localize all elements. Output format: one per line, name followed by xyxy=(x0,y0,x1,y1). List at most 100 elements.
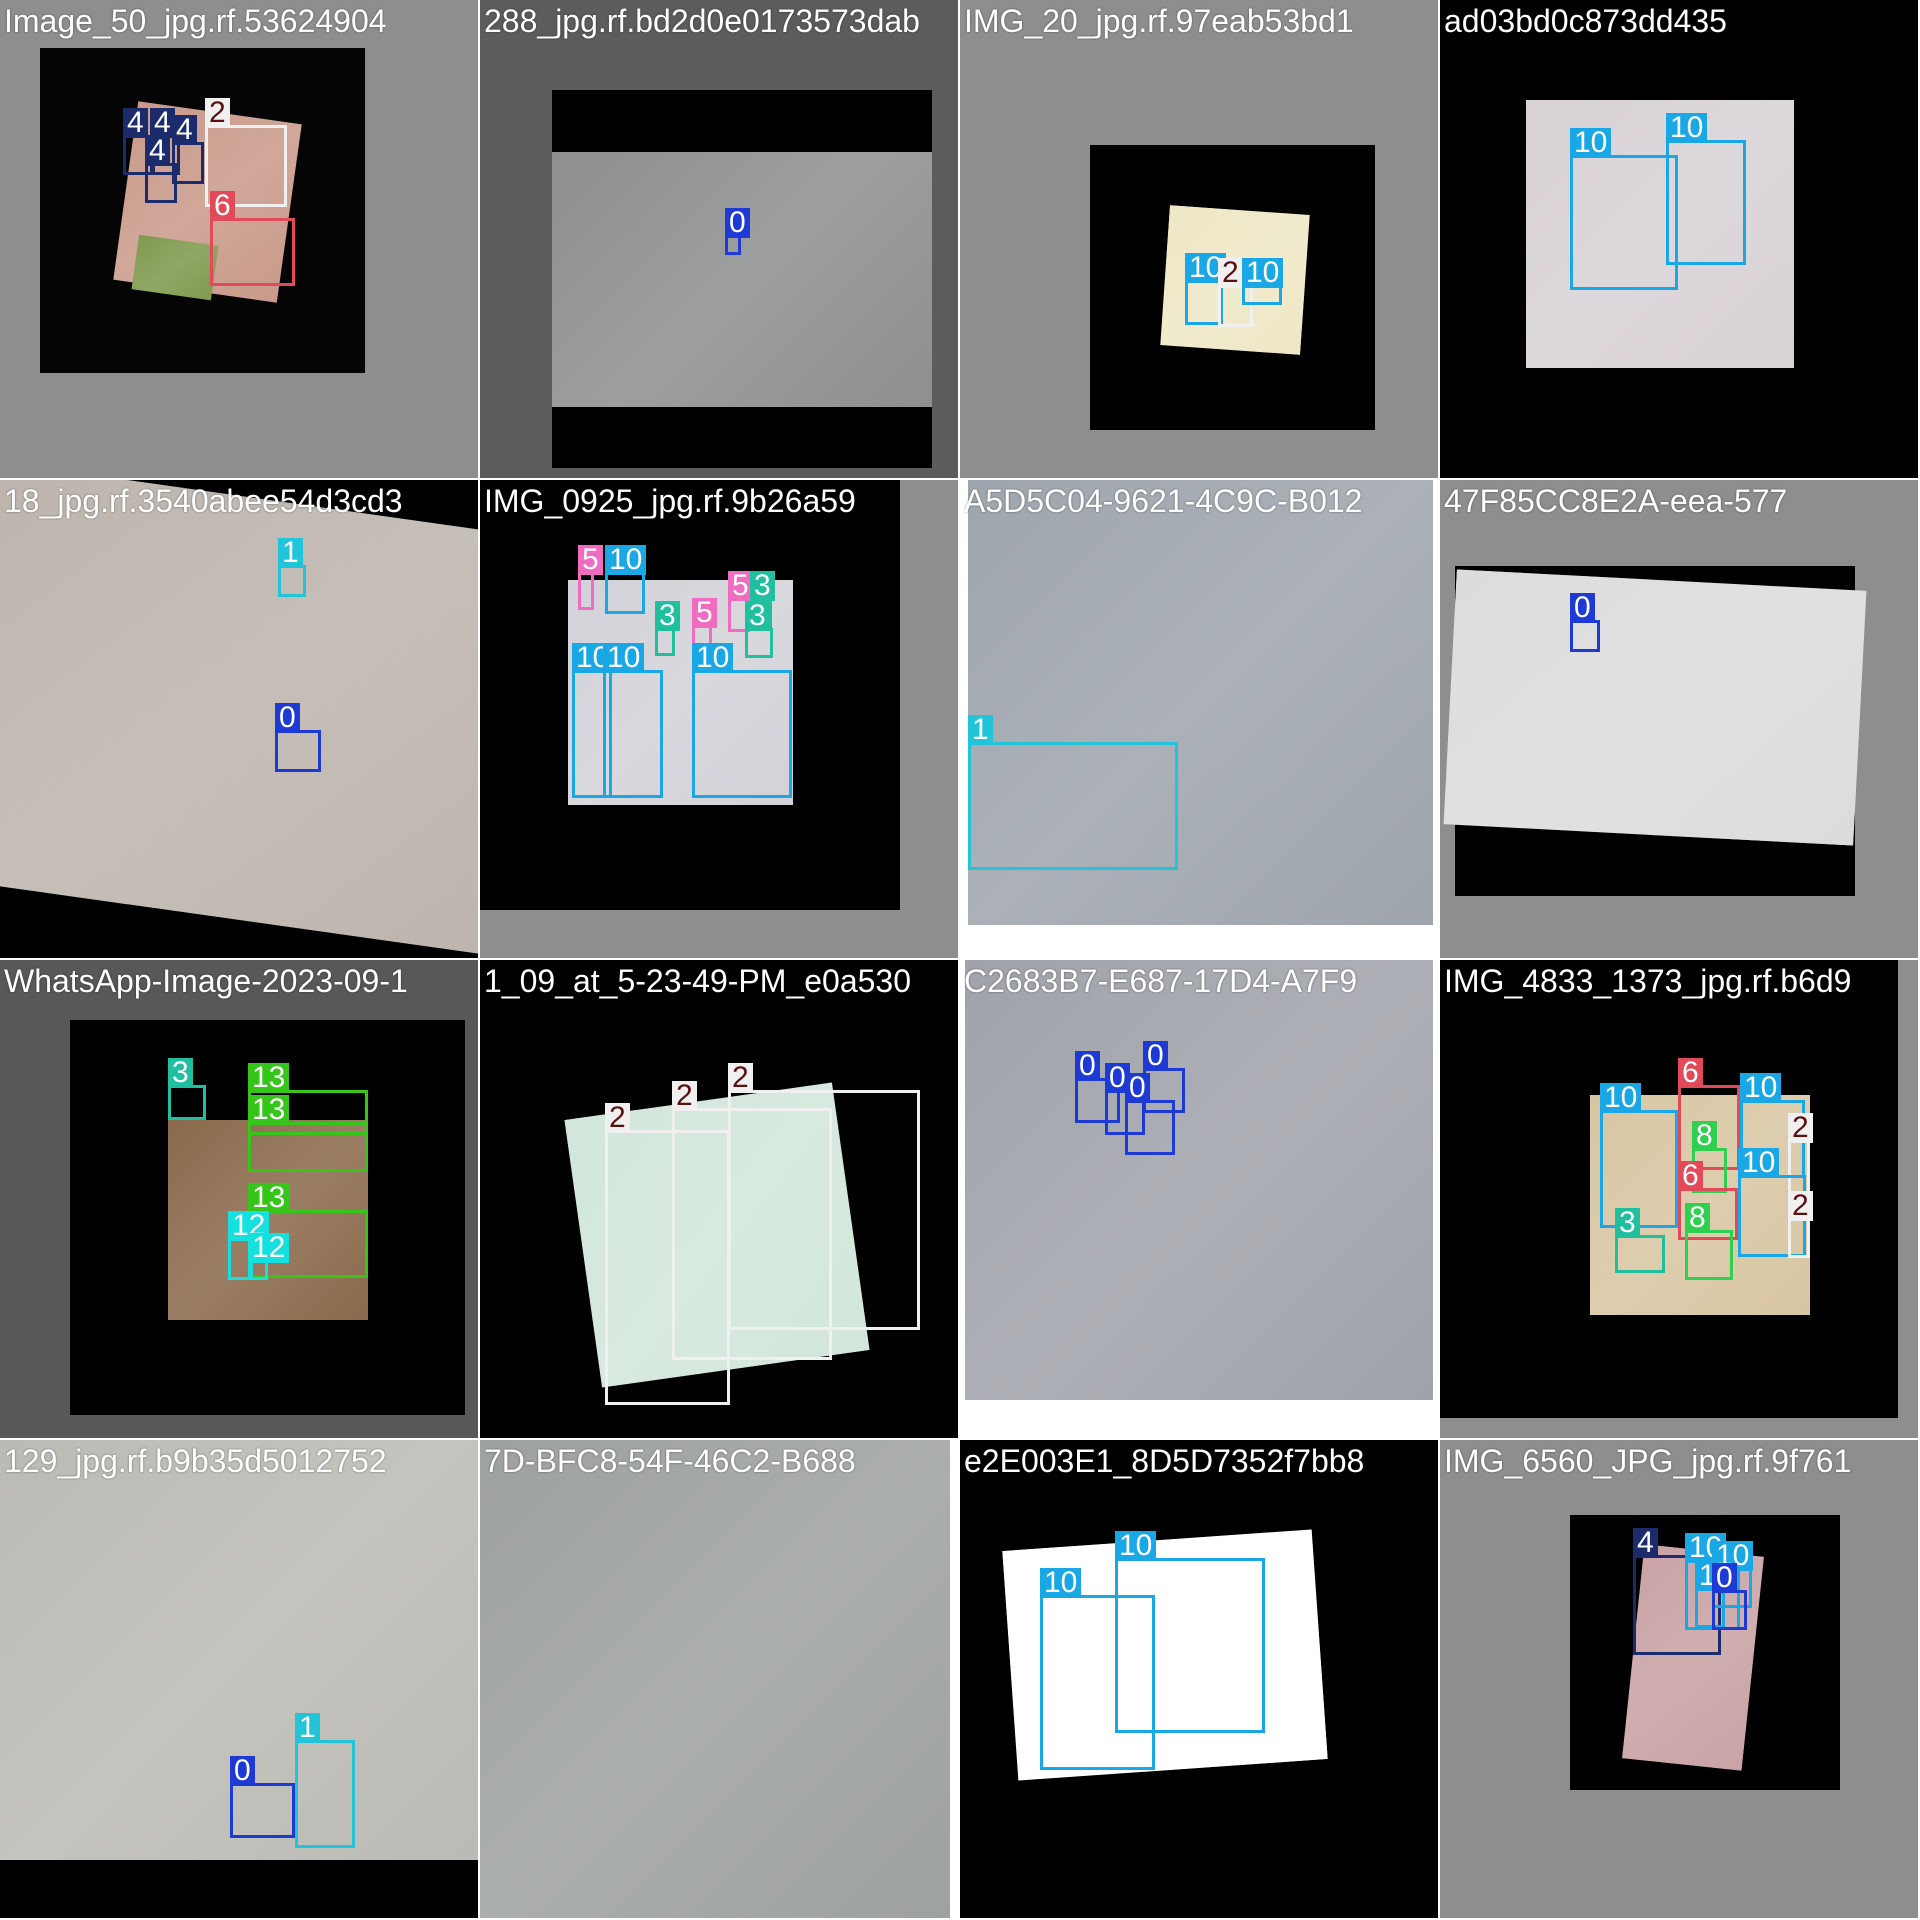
mosaic-tile: 3 13 13 13 12 12 WhatsApp-Image-2023-09-1 xyxy=(0,960,478,1438)
box-class-label: 13 xyxy=(248,1063,290,1093)
box-class-label: 3 xyxy=(1615,1208,1640,1238)
image-filename: A5D5C04-9621-4C9C-B012 xyxy=(964,483,1363,519)
mosaic-tile: 10 10 e2E003E1_8D5D7352f7bb8 xyxy=(960,1440,1438,1918)
bounding-box: 10 xyxy=(692,643,792,798)
bounding-box: 10 xyxy=(1242,258,1284,305)
bounding-box: 0 xyxy=(725,208,750,255)
mosaic-tile: 10 6 10 2 8 6 10 2 3 8 IMG_4833_1373_jpg.rf.b6d9 xyxy=(1440,960,1918,1438)
box-class-label: 4 xyxy=(172,115,197,145)
box-class-label: 10 xyxy=(1242,258,1284,288)
image-filename: IMG_6560_JPG_jpg.rf.9f761 xyxy=(1444,1443,1852,1479)
box-class-label: 3 xyxy=(750,571,775,601)
bounding-box: 3 xyxy=(655,601,680,656)
photo-region xyxy=(552,152,932,407)
box-class-label: 1 xyxy=(278,538,303,568)
photo-region xyxy=(480,1440,950,1918)
box-class-label: 3 xyxy=(745,601,770,631)
image-filename: 18_jpg.rf.3540abee54d3cd3 xyxy=(4,483,403,519)
mosaic-tile: 7D-BFC8-54F-46C2-B688 xyxy=(480,1440,958,1918)
box-class-label: 0 xyxy=(1143,1041,1168,1071)
bounding-box: 6 xyxy=(210,191,295,286)
mosaic-tile: 1 A5D5C04-9621-4C9C-B012 xyxy=(960,480,1438,958)
mosaic-tile: 10 10 ad03bd0c873dd435 xyxy=(1440,0,1918,478)
box-class-label: 6 xyxy=(1678,1058,1703,1088)
box-class-label: 4 xyxy=(1633,1528,1658,1558)
mosaic-tile: 10 2 10 IMG_20_jpg.rf.97eab53bd1 xyxy=(960,0,1438,478)
bounding-box: 3 xyxy=(168,1058,206,1120)
box-class-label: 2 xyxy=(1218,258,1243,288)
box-class-label: 10 xyxy=(1740,1073,1782,1103)
image-filename: ad03bd0c873dd435 xyxy=(1444,3,1727,39)
box-class-label: 0 xyxy=(1712,1563,1737,1593)
bounding-box: 4 xyxy=(172,115,204,184)
bounding-box: 13 xyxy=(248,1095,368,1172)
bounding-box: 10 xyxy=(603,643,663,798)
image-filename: Image_50_jpg.rf.53624904 xyxy=(4,3,387,39)
box-class-label: 10 xyxy=(1570,128,1612,158)
box-class-label: 4 xyxy=(123,108,148,138)
mosaic-tile: 0 47F85CC8E2A-eea-577 xyxy=(1440,480,1918,958)
box-class-label: 2 xyxy=(1788,1191,1813,1221)
bounding-box: 3 xyxy=(745,601,773,658)
photo-region xyxy=(131,234,219,301)
bounding-box: 10 xyxy=(1570,128,1678,290)
box-class-label: 13 xyxy=(248,1095,290,1125)
box-class-label: 1 xyxy=(295,1713,320,1743)
image-filename: C2683B7-E687-17D4-A7F9 xyxy=(964,963,1358,999)
mosaic-tile: 1 0 18_jpg.rf.3540abee54d3cd3 xyxy=(0,480,478,958)
box-class-label: 10 xyxy=(1600,1083,1642,1113)
box-class-label: 3 xyxy=(168,1058,193,1088)
box-class-label: 8 xyxy=(1692,1121,1717,1151)
bounding-box: 1 xyxy=(295,1713,355,1848)
image-filename: IMG_20_jpg.rf.97eab53bd1 xyxy=(964,3,1354,39)
bounding-box: 0 xyxy=(1712,1563,1747,1630)
box-class-label: 2 xyxy=(672,1081,697,1111)
bounding-box: 2 xyxy=(1788,1191,1813,1258)
box-class-label: 10 xyxy=(1738,1148,1780,1178)
mosaic-tile: 0 0 0 0 C2683B7-E687-17D4-A7F9 xyxy=(960,960,1438,1438)
box-class-label: 2 xyxy=(1788,1113,1813,1143)
bounding-box: 3 xyxy=(1615,1208,1665,1273)
mosaic-tile: 2 2 2 1_09_at_5-23-49-PM_e0a530 xyxy=(480,960,958,1438)
mosaic-tile: 1 0 129_jpg.rf.b9b35d5012752 xyxy=(0,1440,478,1918)
mosaic-tile: 0 288_jpg.rf.bd2d0e0173573dab xyxy=(480,0,958,478)
bounding-box: 0 xyxy=(1125,1073,1175,1155)
bounding-box: 8 xyxy=(1685,1203,1733,1280)
box-class-label: 0 xyxy=(1125,1073,1150,1103)
image-filename: IMG_4833_1373_jpg.rf.b6d9 xyxy=(1444,963,1852,999)
bounding-box: 12 xyxy=(248,1233,290,1280)
bounding-box: 10 xyxy=(1666,113,1746,265)
bounding-box: 0 xyxy=(230,1756,295,1838)
bounding-box: 5 xyxy=(578,545,603,610)
photo-region xyxy=(0,480,478,955)
box-class-label: 10 xyxy=(692,643,734,673)
mosaic-tile: 5 10 5 3 5 3 3 10 10 10 IMG_0925_jpg.rf.9b26a59 xyxy=(480,480,958,958)
box-class-label: 2 xyxy=(605,1103,630,1133)
box-class-label: 4 xyxy=(145,136,170,166)
bounding-box: 1 xyxy=(278,538,306,597)
image-filename: IMG_0925_jpg.rf.9b26a59 xyxy=(484,483,856,519)
image-filename: 1_09_at_5-23-49-PM_e0a530 xyxy=(484,963,911,999)
box-class-label: 3 xyxy=(655,601,680,631)
image-filename: 129_jpg.rf.b9b35d5012752 xyxy=(4,1443,387,1479)
box-class-label: 10 xyxy=(605,545,647,575)
box-class-label: 0 xyxy=(1570,593,1595,623)
photo-region xyxy=(1443,569,1867,846)
bounding-box: 1 xyxy=(968,715,1178,870)
box-class-label: 6 xyxy=(1678,1161,1703,1191)
bounding-box: 10 xyxy=(605,545,647,614)
box-class-label: 0 xyxy=(230,1756,255,1786)
box-class-label: 1 xyxy=(968,715,993,745)
box-class-label: 10 xyxy=(1666,113,1708,143)
box-class-label: 0 xyxy=(1075,1051,1100,1081)
photo-region xyxy=(965,960,1433,1400)
box-class-label: 6 xyxy=(210,191,235,221)
image-filename: WhatsApp-Image-2023-09-1 xyxy=(4,963,408,999)
box-class-label: 10 xyxy=(1115,1531,1157,1561)
box-class-label: 5 xyxy=(578,545,603,575)
box-class-label: 10 xyxy=(603,643,645,673)
bounding-box: 2 xyxy=(728,1063,920,1330)
mosaic-tile: 4 4 4 4 2 6 Image_50_jpg.rf.53624904 xyxy=(0,0,478,478)
box-class-label: 10 xyxy=(1040,1568,1082,1598)
box-class-label: 8 xyxy=(1685,1203,1710,1233)
